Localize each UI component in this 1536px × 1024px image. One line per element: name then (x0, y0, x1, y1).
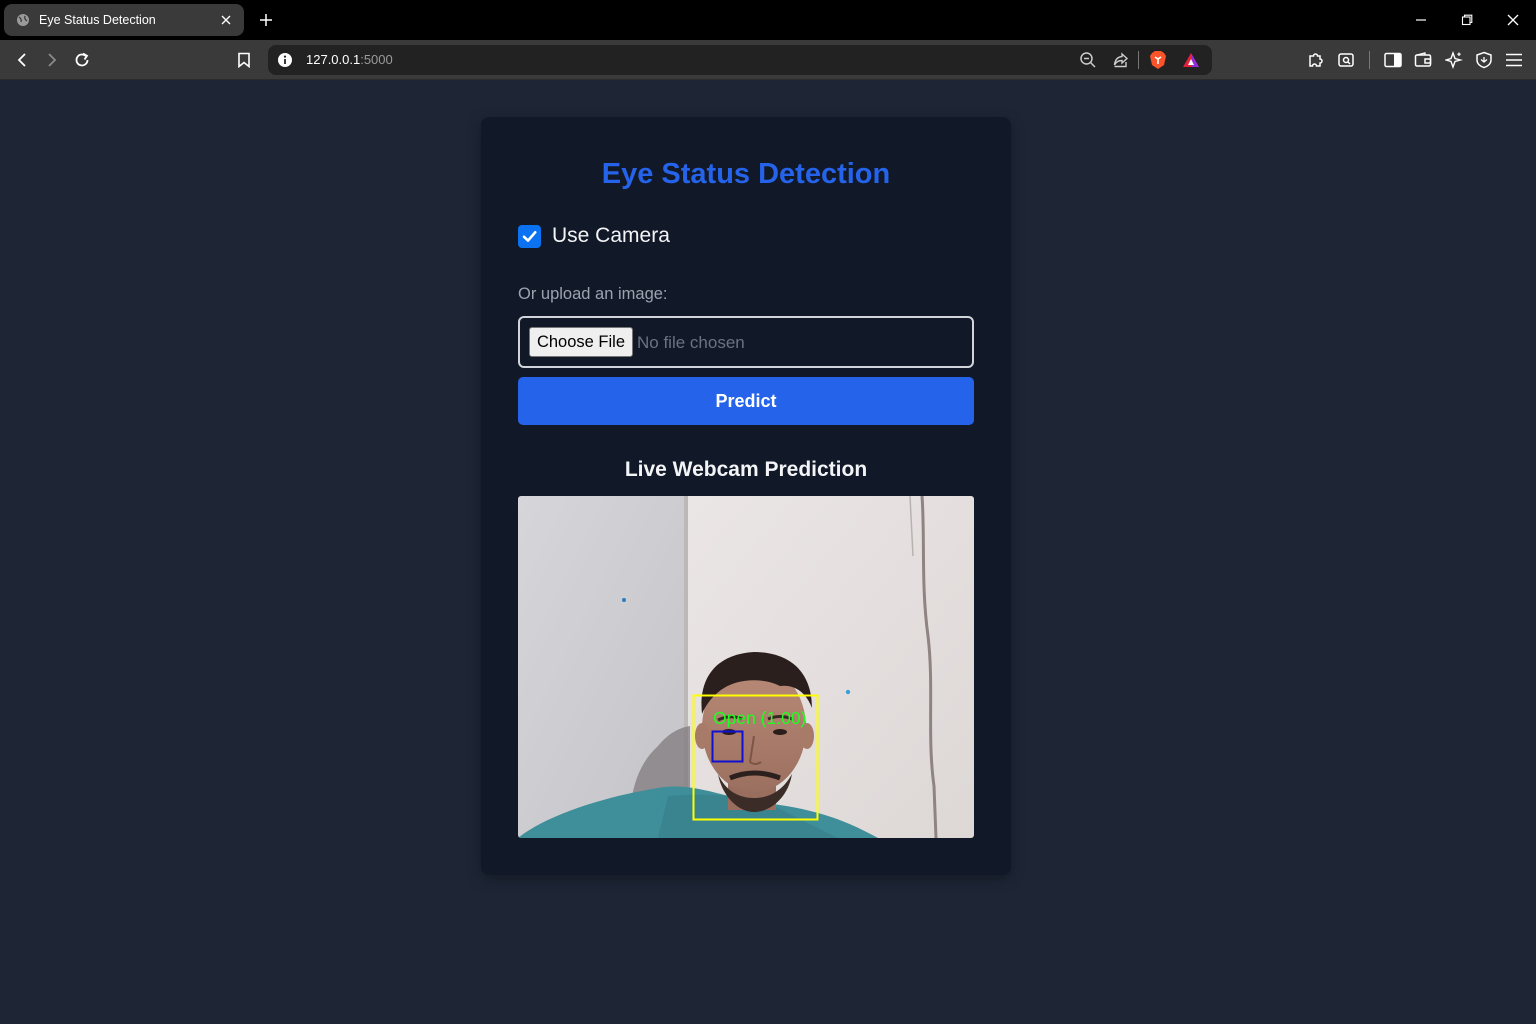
restore-icon[interactable] (1457, 10, 1477, 30)
use-camera-label: Use Camera (552, 224, 670, 247)
close-icon[interactable] (218, 12, 234, 28)
close-icon[interactable] (1503, 10, 1523, 30)
extensions-icon[interactable] (1305, 49, 1327, 71)
prediction-label: Open (1.00) (713, 708, 807, 728)
webcam-frame-image (518, 496, 974, 838)
brave-shield-icon[interactable] (1148, 50, 1168, 70)
predict-button[interactable]: Predict (518, 377, 974, 425)
file-status-text: No file chosen (637, 333, 745, 352)
choose-file-button[interactable]: Choose File (529, 327, 633, 357)
separator (1138, 51, 1139, 69)
live-webcam-title: Live Webcam Prediction (624, 458, 868, 481)
tab-title: Eye Status Detection (39, 13, 156, 27)
upload-label: Or upload an image: (518, 285, 668, 303)
sidebar-icon[interactable] (1382, 49, 1404, 71)
vpn-icon[interactable] (1473, 49, 1495, 71)
globe-icon (16, 13, 30, 27)
tab-bar: Eye Status Detection (0, 0, 1536, 40)
url-text[interactable]: 127.0.0.1:5000 (306, 52, 393, 67)
reload-icon[interactable] (71, 49, 93, 71)
file-input[interactable]: Choose File No file chosen (518, 316, 974, 368)
url-host: 127.0.0.1 (306, 52, 361, 67)
page-title: Eye Status Detection (601, 158, 891, 190)
plus-icon[interactable] (256, 10, 276, 30)
url-port: :5000 (360, 52, 393, 67)
menu-icon[interactable] (1503, 49, 1525, 71)
leo-icon[interactable] (1443, 49, 1465, 71)
checkmark-icon (522, 230, 537, 242)
separator (1369, 51, 1370, 69)
share-icon[interactable] (1111, 50, 1131, 70)
bookmark-icon[interactable] (233, 49, 255, 71)
screenshot-icon[interactable] (1335, 49, 1357, 71)
forward-icon[interactable] (41, 49, 63, 71)
detection-card: Eye Status Detection Use Camera Or uploa… (481, 117, 1011, 875)
use-camera-row[interactable]: Use Camera (518, 224, 670, 248)
webcam-feed: Open (1.00) (518, 496, 974, 838)
use-camera-checkbox[interactable] (518, 224, 541, 248)
browser-tab[interactable]: Eye Status Detection (4, 4, 244, 36)
minimize-icon[interactable] (1411, 10, 1431, 30)
info-icon[interactable] (277, 52, 293, 68)
back-icon[interactable] (11, 49, 33, 71)
address-bar[interactable]: 127.0.0.1:5000 (268, 45, 1212, 75)
rewards-icon[interactable] (1181, 50, 1201, 70)
zoom-out-icon[interactable] (1078, 50, 1098, 70)
wallet-icon[interactable] (1412, 49, 1434, 71)
